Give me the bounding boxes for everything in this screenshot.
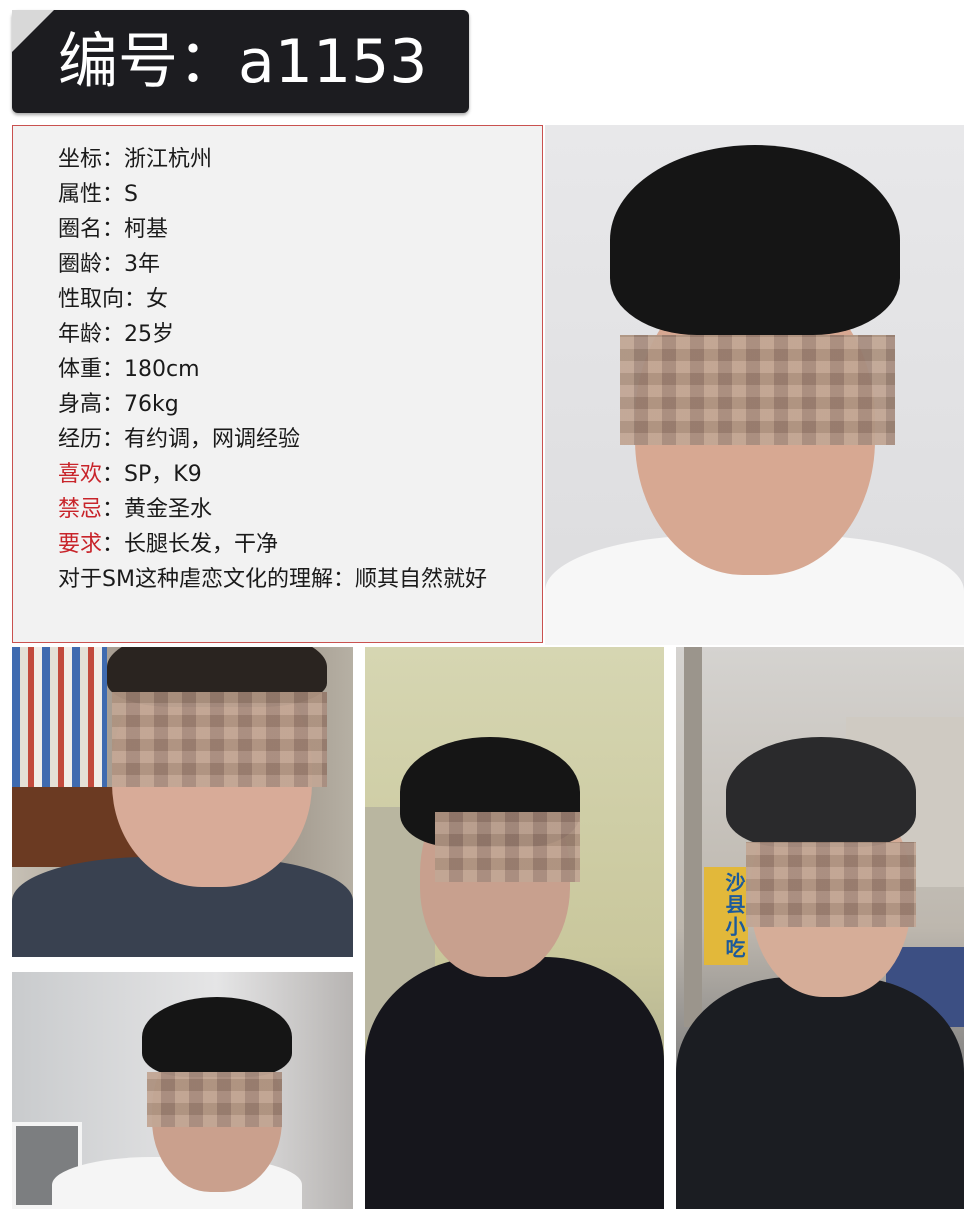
profile-sep: ： [102,427,125,452]
profile-sep: ： [102,532,125,557]
profile-line-role: 属性：S [58,177,518,212]
profile-value: 顺其自然就好 [354,567,487,592]
face-mosaic-blur [620,335,895,445]
profile-key: 喜欢 [58,462,103,487]
profile-key: 属性 [58,182,103,207]
profile-value: 黄金圣水 [124,497,213,522]
profile-value: 25岁 [124,322,175,347]
hair-shape [726,737,916,847]
profile-key: 性取向 [58,287,125,312]
profile-key: 圈龄 [58,252,103,277]
hair-shape [610,145,900,335]
face-mosaic-blur [112,692,327,787]
profile-sep: ： [102,217,125,242]
profile-line-orientation: 性取向：女 [58,282,518,317]
profile-sep: ： [102,252,125,277]
profile-line-history: 经历：有约调，网调经验 [58,422,518,457]
profile-line-understanding: 对于SM这种虐恋文化的理解：顺其自然就好 [58,562,518,597]
photo-selfie-room [12,972,353,1209]
black-sweater-shape [365,957,664,1209]
profile-value: 180cm [124,357,200,382]
profile-card: 坐标：浙江杭州 属性：S 圈名：柯基 圈龄：3年 性取向：女 年龄：25岁 体重… [12,125,543,643]
profile-key: 对于SM这种虐恋文化的理解 [58,567,333,592]
profile-value: 有约调，网调经验 [124,427,301,452]
face-mosaic-blur [435,812,580,882]
title-banner: 编号：a1153 [12,10,469,113]
profile-line-age: 年龄：25岁 [58,317,518,352]
profile-key: 身高 [58,392,103,417]
profile-line-nickname: 圈名：柯基 [58,212,518,247]
photo-street: 沙县小吃 [676,647,964,1209]
profile-value: 浙江杭州 [124,147,213,172]
profile-value: S [124,182,138,207]
black-jacket-shape [676,977,964,1209]
face-mosaic-blur [746,842,916,927]
profile-line-taboo: 禁忌：黄金圣水 [58,492,518,527]
profile-sep: ： [102,322,125,347]
profile-key: 圈名 [58,217,103,242]
profile-key: 经历 [58,427,103,452]
shop-sign: 沙县小吃 [704,867,748,965]
profile-sep: ： [102,182,125,207]
profile-value: 3年 [124,252,161,277]
profile-sep: ： [332,567,355,592]
corner-fold-icon [12,10,54,52]
profile-line-requirements: 要求：长腿长发，干净 [58,527,518,562]
profile-list: 坐标：浙江杭州 属性：S 圈名：柯基 圈龄：3年 性取向：女 年龄：25岁 体重… [58,142,518,597]
hair-shape [142,997,292,1077]
profile-sep: ： [102,357,125,382]
photo-selfie-hallway [365,647,664,1209]
profile-value: 76kg [124,392,179,417]
profile-line-location: 坐标：浙江杭州 [58,142,518,177]
profile-key: 要求 [58,532,103,557]
profile-value: 柯基 [124,217,169,242]
profile-sep: ： [124,287,147,312]
photo-closeup-bookshelf [12,647,353,957]
main-portrait-photo [545,125,964,645]
profile-sep: ： [102,462,125,487]
profile-value: 长腿长发，干净 [124,532,279,557]
profile-sep: ： [102,147,125,172]
pole-shape [684,647,702,1027]
page-title: 编号：a1153 [58,27,428,97]
profile-key: 坐标 [58,147,103,172]
profile-sep: ： [102,497,125,522]
profile-key: 年龄 [58,322,103,347]
profile-value: SP，K9 [124,462,202,487]
profile-key: 禁忌 [58,497,103,522]
profile-value: 女 [146,287,169,312]
profile-line-experience-years: 圈龄：3年 [58,247,518,282]
profile-line-height: 身高：76kg [58,387,518,422]
profile-line-likes: 喜欢：SP，K9 [58,457,518,492]
face-mosaic-blur [147,1072,282,1127]
profile-sep: ： [102,392,125,417]
profile-line-weight: 体重：180cm [58,352,518,387]
profile-key: 体重 [58,357,103,382]
